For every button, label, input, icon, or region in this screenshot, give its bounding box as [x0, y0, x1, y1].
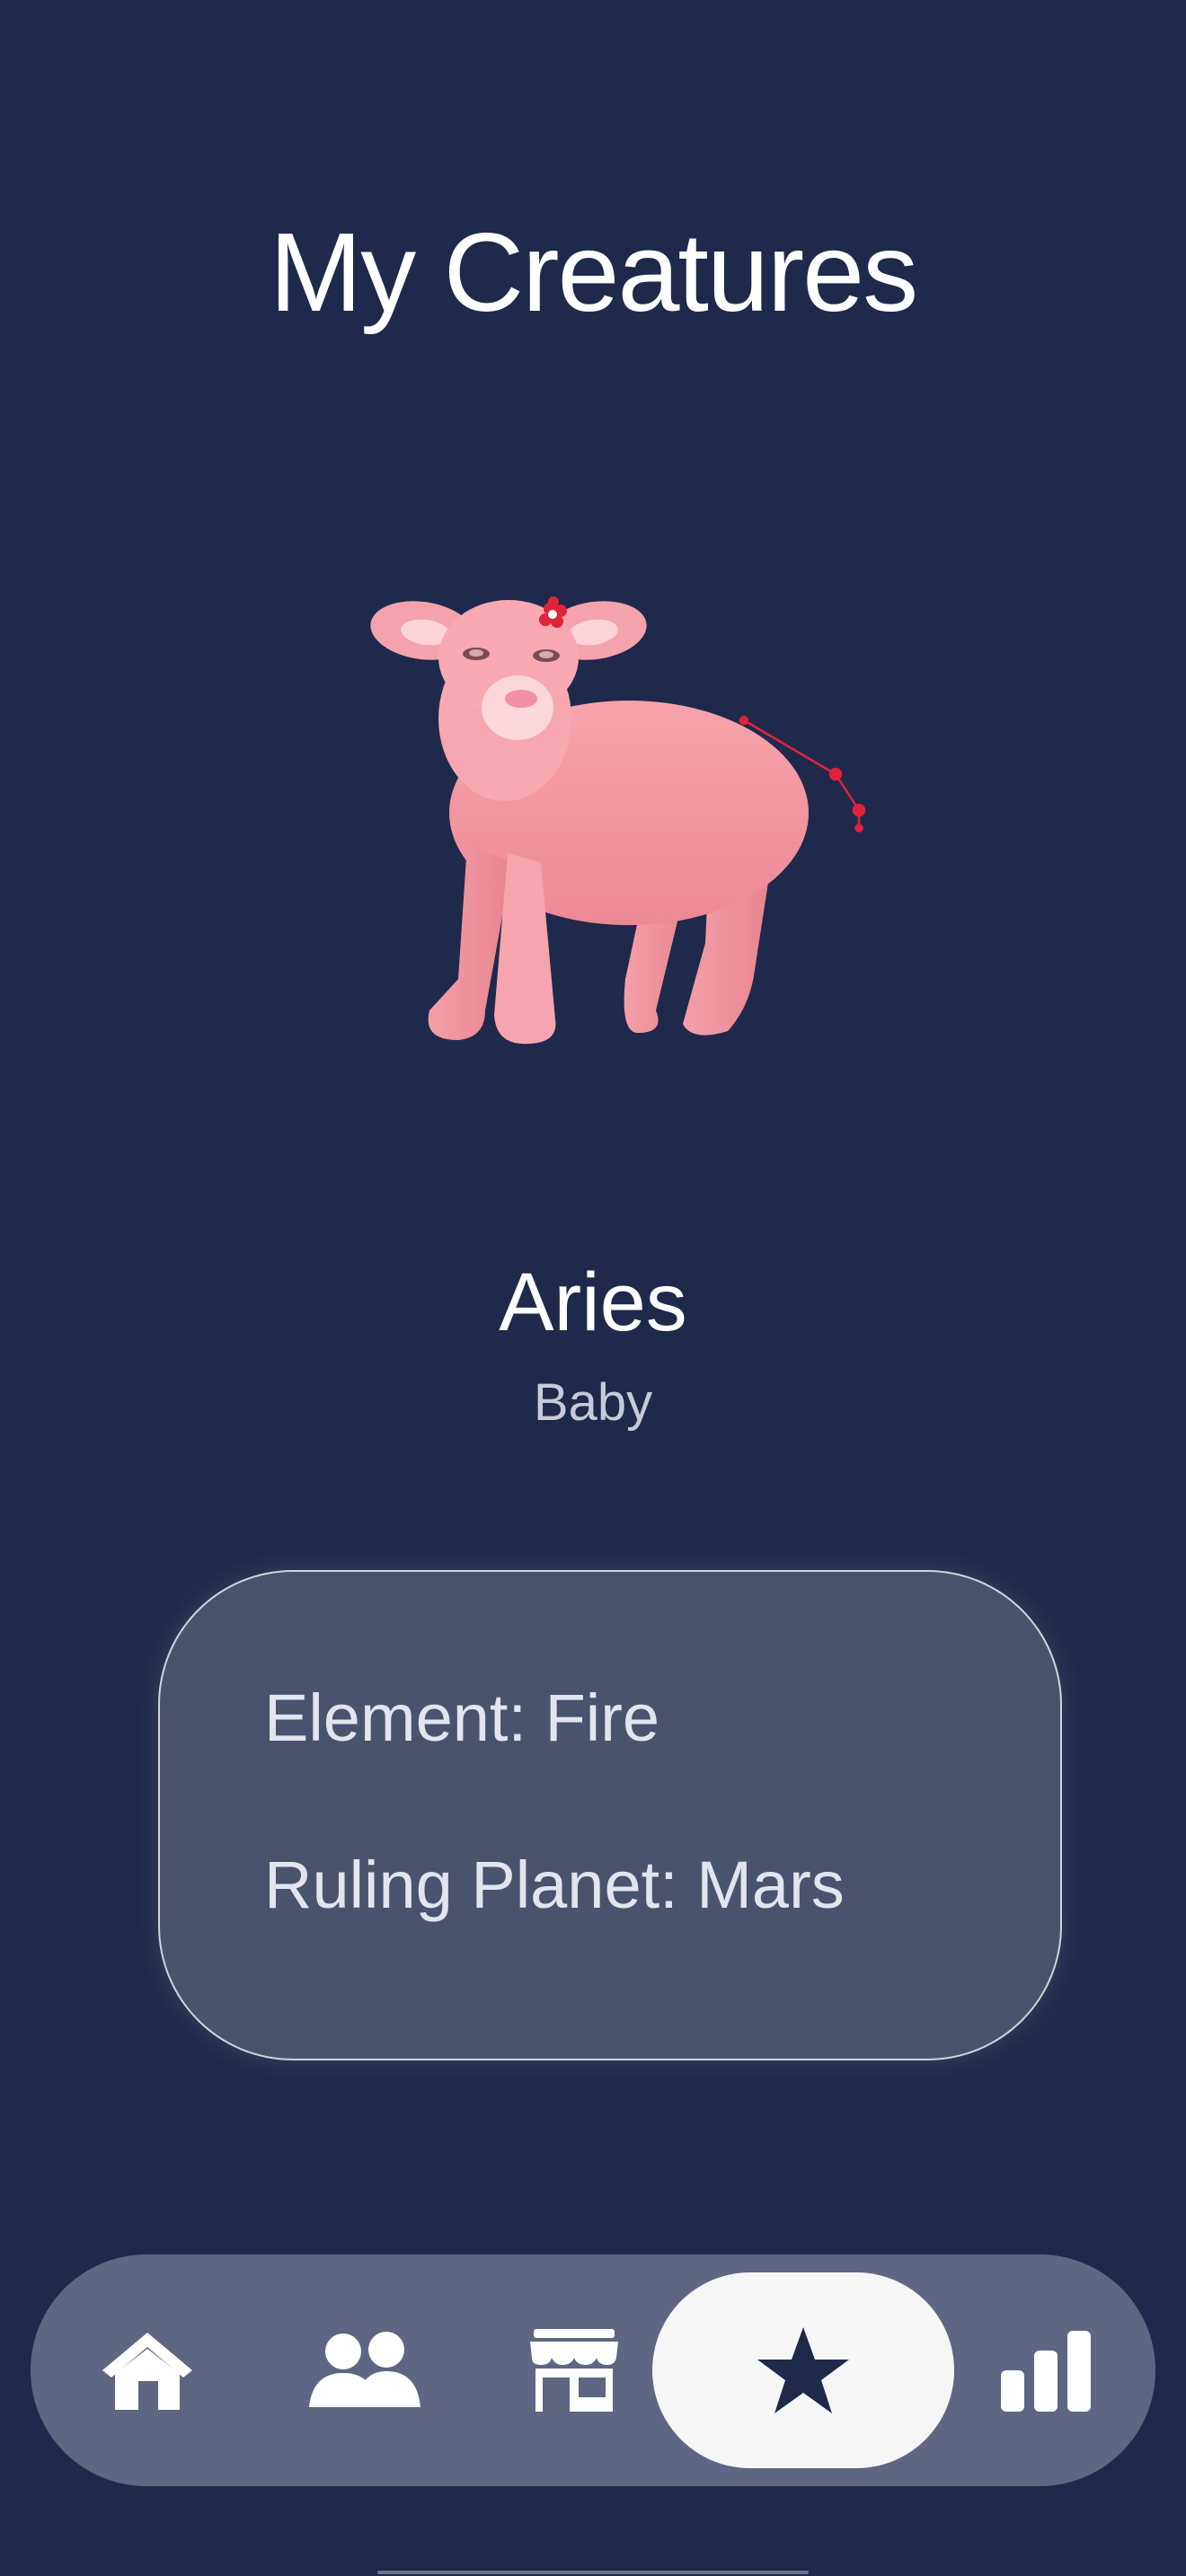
page-title: My Creatures	[269, 211, 918, 335]
tab-creatures[interactable]	[652, 2254, 954, 2486]
creature-illustration	[370, 596, 866, 1045]
tab-shop[interactable]	[507, 2254, 642, 2486]
creature-name: Aries	[499, 1257, 687, 1348]
tab-friends[interactable]	[284, 2254, 446, 2486]
tab-stats[interactable]	[983, 2254, 1109, 2486]
ruling-planet-label: Ruling Planet: Mars	[264, 1848, 845, 1922]
element-label: Element: Fire	[264, 1681, 660, 1755]
tab-home[interactable]	[75, 2254, 219, 2486]
tab-bar	[31, 2254, 1155, 2486]
home-indicator	[377, 2571, 809, 2574]
shop-icon	[530, 2329, 618, 2412]
home-icon	[102, 2333, 192, 2410]
creature-info-card: Element: Fire Ruling Planet: Mars	[158, 1570, 1062, 2060]
star-icon	[757, 2327, 849, 2413]
creature-stage: Baby	[533, 1373, 653, 1432]
friends-icon	[309, 2332, 420, 2407]
stats-icon	[1001, 2331, 1091, 2412]
